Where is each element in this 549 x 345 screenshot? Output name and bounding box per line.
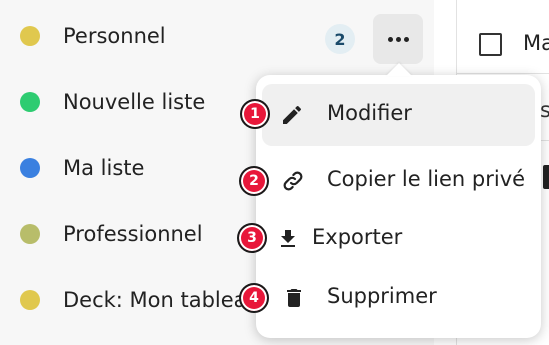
sidebar-item-label: Professionnel	[63, 222, 203, 246]
sidebar-item-label: Deck: Mon tableau	[63, 288, 260, 312]
task-title[interactable]: Ma	[523, 31, 549, 55]
partial-icon	[543, 165, 549, 189]
pencil-icon	[283, 105, 302, 124]
menu-item-label: Supprimer	[327, 284, 437, 308]
list-color-dot	[20, 290, 40, 310]
list-color-dot	[20, 92, 40, 112]
step-badge: 3	[237, 223, 267, 253]
sidebar-item-label: Ma liste	[63, 156, 145, 180]
step-badge: 2	[239, 166, 269, 196]
more-actions-button[interactable]	[373, 14, 423, 64]
menu-item-label: Modifier	[327, 101, 412, 125]
popover-arrow	[386, 63, 412, 76]
more-horizontal-icon	[386, 36, 410, 42]
step-badge: 4	[239, 283, 269, 313]
menu-item-delete[interactable]: Supprimer	[262, 267, 535, 329]
task-checkbox[interactable]	[479, 33, 502, 56]
count-badge: 2	[325, 24, 355, 54]
menu-item-modifier[interactable]: Modifier	[262, 84, 535, 146]
menu-item-label: Copier le lien privé	[327, 167, 526, 191]
step-badge: 1	[240, 99, 270, 129]
list-color-dot	[20, 26, 40, 46]
menu-item-label: Exporter	[312, 225, 403, 249]
list-color-dot	[20, 158, 40, 178]
link-icon	[283, 171, 303, 191]
divider	[457, 73, 549, 74]
menu-item-copy-link[interactable]: Copier le lien privé	[262, 150, 535, 212]
menu-item-export[interactable]: Exporter	[262, 208, 535, 270]
list-color-dot	[20, 224, 40, 244]
sidebar-item-personnel[interactable]: Personnel 2	[0, 3, 434, 69]
sidebar-item-label: Personnel	[63, 24, 166, 48]
app-window: Personnel 2 Nouvelle liste Ma liste Prof…	[0, 0, 549, 345]
trash-icon	[287, 289, 301, 307]
task-partial-text: s	[540, 98, 549, 122]
download-icon	[281, 230, 295, 247]
sidebar-item-label: Nouvelle liste	[63, 90, 206, 114]
